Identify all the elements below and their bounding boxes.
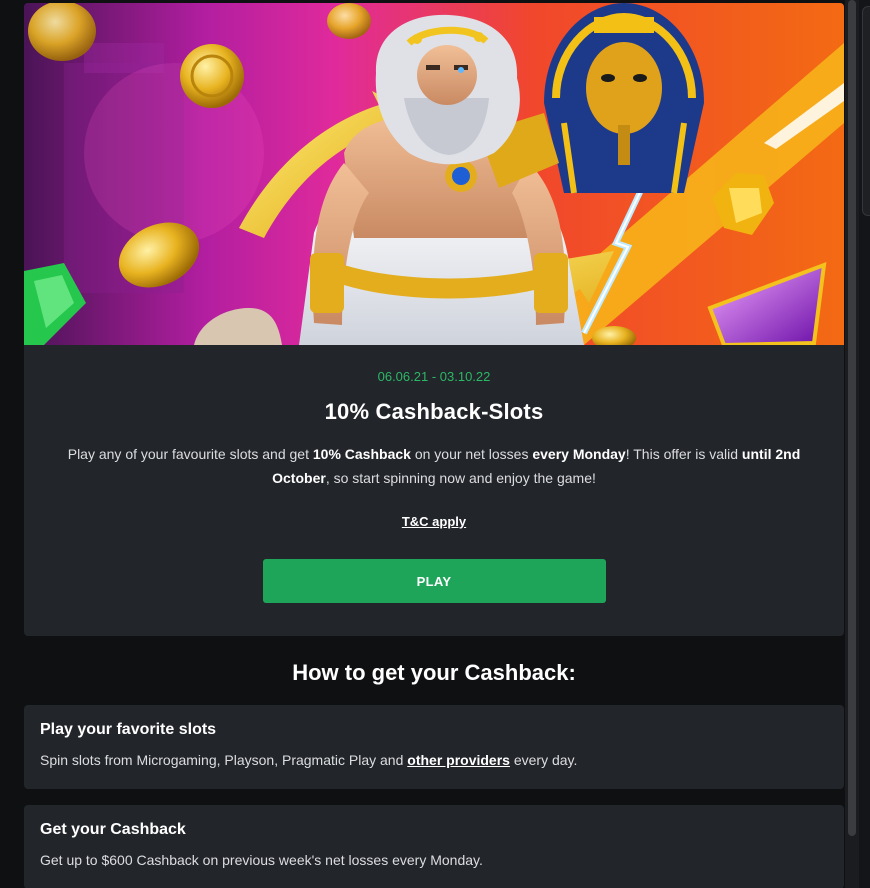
step-text-after: every day. bbox=[509, 752, 578, 768]
promo-banner bbox=[24, 3, 844, 345]
promo-body: 06.06.21 - 03.10.22 10% Cashback-Slots P… bbox=[24, 345, 844, 603]
desc-text-1: Play any of your favourite slots and get bbox=[67, 446, 313, 462]
scrollbar-thumb[interactable] bbox=[848, 0, 856, 836]
promo-dates: 06.06.21 - 03.10.22 bbox=[377, 369, 491, 384]
desc-text-3: ! This offer is valid bbox=[625, 446, 742, 462]
promo-description: Play any of your favourite slots and get… bbox=[54, 442, 814, 490]
zeus-character-art bbox=[299, 14, 584, 345]
step-title: Get your Cashback bbox=[40, 821, 186, 838]
promo-card: 06.06.21 - 03.10.22 10% Cashback-Slots P… bbox=[24, 3, 844, 636]
step-text: Spin slots from Microgaming, Playson, Pr… bbox=[40, 752, 828, 768]
step-card-cashback: Get your Cashback Get up to $600 Cashbac… bbox=[24, 805, 844, 888]
desc-bold-cashback: 10% Cashback bbox=[312, 446, 411, 462]
step-title: Play your favorite slots bbox=[40, 721, 217, 738]
step-card-play: Play your favorite slots Spin slots from… bbox=[24, 705, 844, 789]
step-text-before: Spin slots from Microgaming, Playson, Pr… bbox=[40, 752, 408, 768]
terms-link[interactable]: T&C apply bbox=[402, 514, 466, 529]
side-panel-edge bbox=[862, 6, 870, 216]
desc-text-2: on your net losses bbox=[410, 446, 533, 462]
pharaoh-character-art bbox=[544, 3, 704, 194]
howto-title: How to get your Cashback: bbox=[292, 660, 576, 685]
play-button[interactable]: PLAY bbox=[262, 559, 606, 603]
step-text-before: Get up to $600 Cashback on previous week… bbox=[40, 852, 483, 868]
other-providers-link[interactable]: other providers bbox=[407, 752, 510, 768]
desc-text-4: , so start spinning now and enjoy the ga… bbox=[325, 470, 596, 486]
promo-title: 10% Cashback-Slots bbox=[324, 399, 544, 424]
banner-art bbox=[24, 3, 844, 345]
desc-bold-monday: every Monday bbox=[532, 446, 626, 462]
step-text: Get up to $600 Cashback on previous week… bbox=[40, 852, 828, 868]
